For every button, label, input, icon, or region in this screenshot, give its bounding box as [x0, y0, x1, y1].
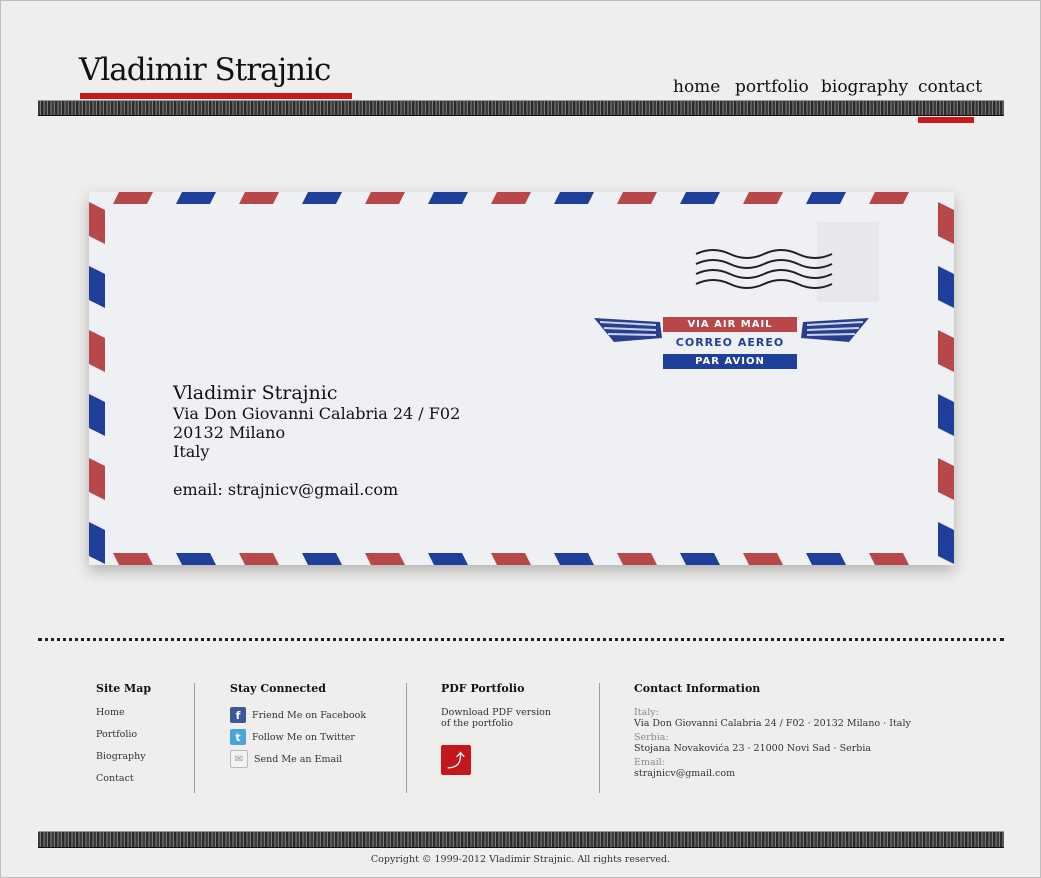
- envelope-stripe: [938, 202, 954, 244]
- contact-email-value[interactable]: strajnicv@gmail.com: [634, 768, 911, 779]
- envelope-stripe: [239, 192, 279, 204]
- envelope-stripe: [428, 553, 468, 565]
- footer-link-portfolio[interactable]: Portfolio: [96, 729, 151, 740]
- twitter-link[interactable]: t Follow Me on Twitter: [230, 729, 366, 745]
- envelope-stripe: [428, 192, 468, 204]
- footer-texture-bar: [38, 831, 1004, 848]
- footer-site-map: Site Map Home Portfolio Biography Contac…: [96, 682, 151, 795]
- contact-italy-value: Via Don Giovanni Calabria 24 / F02 · 201…: [634, 718, 911, 729]
- postmark-wavy-lines: [695, 249, 833, 289]
- nav-biography[interactable]: biography: [821, 77, 908, 97]
- address-name: Vladimir Strajnic: [173, 382, 338, 404]
- nav-active-indicator: [918, 117, 974, 123]
- footer-divider: [599, 683, 600, 793]
- envelope-stripe: [938, 394, 954, 436]
- footer-divider: [406, 683, 407, 793]
- envelope-stripe: [113, 192, 153, 204]
- contact-italy-label: Italy:: [634, 707, 659, 718]
- envelope-stripe: [869, 553, 909, 565]
- pdf-download-text[interactable]: Download PDF version of the portfolio: [441, 707, 561, 729]
- section-divider: [38, 638, 1004, 641]
- twitter-link-label: Follow Me on Twitter: [252, 731, 355, 743]
- envelope-stripe: [89, 458, 105, 500]
- footer-link-biography[interactable]: Biography: [96, 751, 151, 762]
- envelope-stripe: [938, 330, 954, 372]
- envelope-stripe: [743, 553, 783, 565]
- envelope-stripe: [113, 553, 153, 565]
- site-map-heading: Site Map: [96, 682, 152, 695]
- envelope-stripe: [365, 192, 405, 204]
- site-title[interactable]: Vladimir Strajnic: [79, 52, 331, 88]
- header-texture-bar: [38, 100, 1004, 116]
- envelope-stripe: [491, 192, 531, 204]
- footer-divider: [194, 683, 195, 793]
- email-link-label: Send Me an Email: [254, 753, 343, 765]
- envelope-stripe: [491, 553, 531, 565]
- envelope-stripe: [680, 192, 720, 204]
- twitter-icon: t: [230, 729, 246, 745]
- envelope-stripe: [554, 192, 594, 204]
- envelope-stripe: [302, 192, 342, 204]
- envelope-stripe: [176, 192, 216, 204]
- nav-contact[interactable]: contact: [918, 77, 982, 97]
- envelope-stripe: [89, 394, 105, 436]
- footer-link-contact[interactable]: Contact: [96, 773, 151, 784]
- airmail-envelope: VIA AIR MAIL CORREO AEREO PAR AVION Vlad…: [89, 192, 954, 565]
- envelope-stripe: [869, 192, 909, 204]
- envelope-stripe: [89, 330, 105, 372]
- address-street: Via Don Giovanni Calabria 24 / F02: [173, 404, 461, 423]
- envelope-stripe: [302, 553, 342, 565]
- envelope-stripe: [176, 553, 216, 565]
- contact-info-heading: Contact Information: [634, 682, 761, 695]
- envelope-stripe: [938, 266, 954, 308]
- footer-link-home[interactable]: Home: [96, 707, 151, 718]
- pdf-icon[interactable]: ⤴: [441, 745, 471, 775]
- contact-email-label: Email:: [634, 757, 665, 768]
- facebook-link[interactable]: f Friend Me on Facebook: [230, 707, 366, 723]
- address-country: Italy: [173, 442, 210, 461]
- par-avion-badge: PAR AVION: [663, 354, 797, 369]
- envelope-stripe: [743, 192, 783, 204]
- envelope-stripe: [617, 192, 657, 204]
- address-city: 20132 Milano: [173, 423, 286, 442]
- envelope-stripe: [239, 553, 279, 565]
- address-email[interactable]: email: strajnicv@gmail.com: [173, 480, 460, 499]
- envelope-stripe: [89, 202, 105, 244]
- nav-home[interactable]: home: [673, 77, 720, 97]
- envelope-stripe: [938, 522, 954, 564]
- correo-aereo-badge: CORREO AEREO: [668, 335, 792, 351]
- email-link[interactable]: ✉ Send Me an Email: [230, 750, 366, 768]
- envelope-stripe: [89, 522, 105, 564]
- envelope-stripe: [806, 553, 846, 565]
- title-underline: [80, 93, 352, 99]
- facebook-icon: f: [230, 707, 246, 723]
- facebook-link-label: Friend Me on Facebook: [252, 709, 367, 721]
- envelope-stripe: [806, 192, 846, 204]
- envelope-stripe: [680, 553, 720, 565]
- footer-contact-information: Contact Information Italy: Via Don Giova…: [634, 682, 911, 782]
- right-wing-icon: [801, 318, 869, 342]
- footer-stay-connected: Stay Connected f Friend Me on Facebook t…: [230, 682, 366, 773]
- envelope-address: Vladimir Strajnic Via Don Giovanni Calab…: [173, 382, 460, 499]
- pdf-download-line1: Download PDF version: [441, 707, 552, 718]
- email-icon: ✉: [230, 750, 248, 768]
- pdf-portfolio-heading: PDF Portfolio: [441, 682, 525, 695]
- envelope-stripe: [365, 553, 405, 565]
- nav-portfolio[interactable]: portfolio: [735, 77, 809, 97]
- via-air-mail-badge: VIA AIR MAIL: [663, 317, 797, 332]
- pdf-download-line2: of the portfolio: [441, 718, 514, 729]
- airmail-badge: VIA AIR MAIL CORREO AEREO PAR AVION: [594, 312, 869, 372]
- footer-pdf-portfolio: PDF Portfolio Download PDF version of th…: [441, 682, 561, 775]
- envelope-stripe: [89, 266, 105, 308]
- copyright: Copyright © 1999-2012 Vladimir Strajnic.…: [370, 854, 671, 865]
- contact-serbia-value: Stojana Novakovića 23 · 21000 Novi Sad ·…: [634, 743, 872, 754]
- envelope-stripe: [554, 553, 594, 565]
- contact-serbia-label: Serbia:: [634, 732, 669, 743]
- left-wing-icon: [594, 318, 662, 342]
- stay-connected-heading: Stay Connected: [230, 682, 326, 695]
- envelope-stripe: [938, 458, 954, 500]
- envelope-stripe: [617, 553, 657, 565]
